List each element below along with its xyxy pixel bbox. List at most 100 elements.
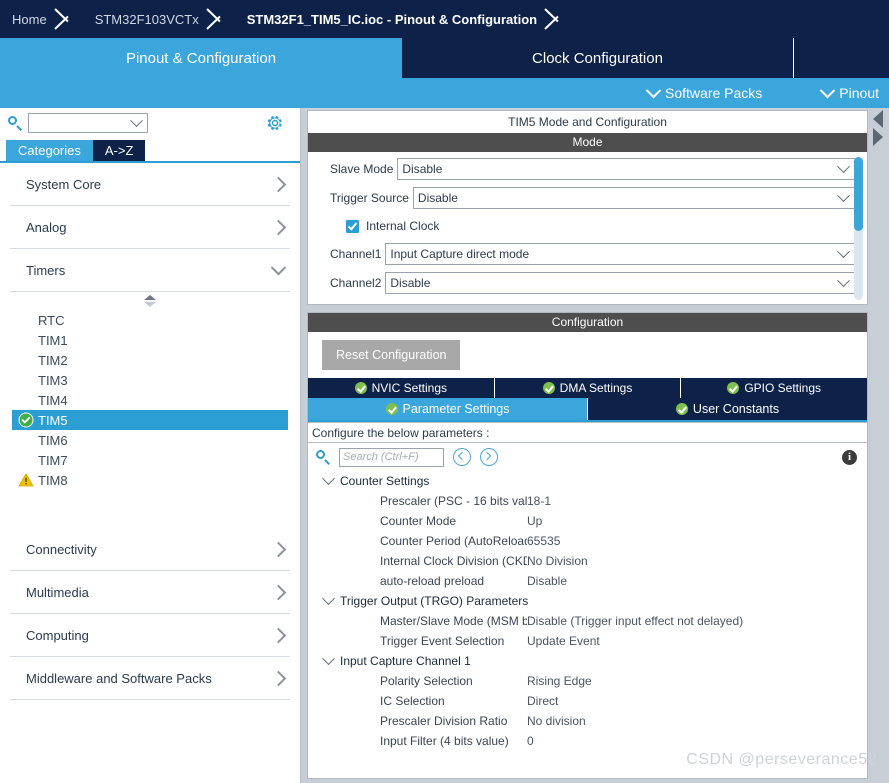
mode-panel-scrollbar[interactable] bbox=[854, 157, 863, 300]
chevron-down-icon[interactable] bbox=[130, 113, 143, 127]
parameter-tree: Counter Settings Prescaler (PSC - 16 bit… bbox=[308, 471, 867, 778]
param-row-master-slave-mode[interactable]: Master/Slave Mode (MSM bit) Disable (Tri… bbox=[312, 611, 867, 631]
param-value: 0 bbox=[527, 734, 534, 748]
tab-label: Parameter Settings bbox=[402, 402, 510, 416]
check-circle-icon bbox=[18, 412, 34, 428]
checkbox-checked-icon[interactable] bbox=[346, 219, 359, 233]
tab-categories[interactable]: Categories bbox=[6, 140, 93, 161]
panel-collapse-arrows[interactable] bbox=[870, 108, 888, 150]
param-group-counter-settings[interactable]: Counter Settings bbox=[312, 471, 867, 491]
tab-dma-settings[interactable]: DMA Settings bbox=[494, 378, 682, 398]
info-icon[interactable]: i bbox=[842, 449, 857, 465]
software-packs-menu[interactable]: Software Packs bbox=[645, 82, 762, 101]
param-row-ic-selection[interactable]: IC Selection Direct bbox=[312, 691, 867, 711]
sidebar-item-system-core[interactable]: System Core bbox=[10, 163, 290, 206]
timer-list-scroll-spinner[interactable] bbox=[10, 292, 290, 310]
param-name: Polarity Selection bbox=[380, 674, 473, 688]
tab-label: Pinout & Configuration bbox=[125, 49, 277, 67]
param-name: Master/Slave Mode (MSM bit) bbox=[380, 614, 527, 628]
warning-triangle-icon bbox=[18, 472, 34, 488]
param-value: Disable bbox=[527, 574, 568, 588]
timer-label: TIM5 bbox=[38, 412, 68, 428]
param-row-prescaler[interactable]: Prescaler (PSC - 16 bits value) 18-1 bbox=[312, 491, 867, 511]
tab-label: Clock Configuration bbox=[532, 49, 663, 67]
category-list: System Core Analog Timers RTC TIM1 TIM2 … bbox=[0, 163, 300, 783]
timer-label: TIM1 bbox=[38, 332, 68, 348]
timer-item-tim8[interactable]: TIM8 bbox=[12, 470, 288, 490]
sidebar-search-combo[interactable] bbox=[28, 113, 148, 133]
param-row-trigger-event-selection[interactable]: Trigger Event Selection Update Event bbox=[312, 631, 867, 651]
config-tabs-row-1: NVIC Settings DMA Settings GPIO Settings bbox=[308, 378, 867, 398]
param-row-counter-period[interactable]: Counter Period (AutoReload Regist... 655… bbox=[312, 531, 867, 551]
pinout-menu[interactable]: Pinout bbox=[820, 82, 879, 101]
breadcrumb-item-home[interactable]: Home bbox=[0, 0, 53, 38]
tab-a-to-z[interactable]: A->Z bbox=[92, 140, 146, 161]
category-label: System Core bbox=[26, 176, 102, 192]
tab-extra[interactable] bbox=[794, 38, 889, 78]
param-row-polarity-selection[interactable]: Polarity Selection Rising Edge bbox=[312, 671, 867, 691]
timer-item-tim4[interactable]: TIM4 bbox=[12, 390, 288, 410]
field-channel2: Channel2 Disable bbox=[330, 272, 857, 294]
gear-icon[interactable] bbox=[266, 114, 284, 132]
sidebar-item-timers[interactable]: Timers bbox=[10, 249, 290, 292]
timer-item-rtc[interactable]: RTC bbox=[12, 310, 288, 330]
breadcrumb: Home STM32F103VCTx STM32F1_TIM5_IC.ioc -… bbox=[0, 0, 889, 38]
param-row-internal-clock-division[interactable]: Internal Clock Division (CKD) No Divisio… bbox=[312, 551, 867, 571]
tab-parameter-settings[interactable]: Parameter Settings bbox=[308, 398, 588, 420]
breadcrumb-item-current[interactable]: STM32F1_TIM5_IC.ioc - Pinout & Configura… bbox=[231, 0, 543, 38]
param-row-prescaler-division-ratio[interactable]: Prescaler Division Ratio No division bbox=[312, 711, 867, 731]
parameter-search-box[interactable] bbox=[339, 447, 444, 467]
scrollbar-thumb[interactable] bbox=[854, 157, 863, 231]
sidebar-item-computing[interactable]: Computing bbox=[10, 614, 290, 657]
param-group-input-capture-channel-1[interactable]: Input Capture Channel 1 bbox=[312, 651, 867, 671]
timer-item-tim3[interactable]: TIM3 bbox=[12, 370, 288, 390]
reset-configuration-button[interactable]: Reset Configuration bbox=[322, 340, 461, 370]
timer-item-tim6[interactable]: TIM6 bbox=[12, 430, 288, 450]
chevron-right-icon bbox=[270, 219, 287, 235]
selected-value: Disable bbox=[402, 162, 443, 176]
channel1-select[interactable]: Input Capture direct mode bbox=[385, 243, 857, 265]
search-input[interactable] bbox=[29, 115, 131, 131]
sidebar-item-multimedia[interactable]: Multimedia bbox=[10, 571, 290, 614]
timer-item-tim5[interactable]: TIM5 bbox=[12, 410, 288, 430]
tab-label: A->Z bbox=[104, 143, 134, 158]
sidebar-item-middleware-and-software-packs[interactable]: Middleware and Software Packs bbox=[10, 657, 290, 700]
chevron-right-circle-icon[interactable] bbox=[480, 448, 498, 466]
param-group-trigger-output[interactable]: Trigger Output (TRGO) Parameters bbox=[312, 591, 867, 611]
breadcrumb-item-device[interactable]: STM32F103VCTx bbox=[79, 0, 205, 38]
param-value: Up bbox=[527, 514, 543, 528]
timer-label: RTC bbox=[38, 312, 65, 328]
selected-value: Disable bbox=[390, 276, 431, 290]
triangle-right-icon[interactable] bbox=[873, 128, 883, 146]
category-label: Timers bbox=[26, 262, 66, 278]
tab-pinout-configuration[interactable]: Pinout & Configuration bbox=[0, 38, 402, 78]
param-name: auto-reload preload bbox=[380, 574, 485, 588]
param-row-input-filter[interactable]: Input Filter (4 bits value) 0 bbox=[312, 731, 867, 751]
tab-gpio-settings[interactable]: GPIO Settings bbox=[681, 378, 867, 398]
timer-item-tim1[interactable]: TIM1 bbox=[12, 330, 288, 350]
chevron-left-circle-icon[interactable] bbox=[453, 448, 471, 466]
param-row-counter-mode[interactable]: Counter Mode Up bbox=[312, 511, 867, 531]
slave-mode-select[interactable]: Disable bbox=[397, 158, 857, 180]
param-row-auto-reload-preload[interactable]: auto-reload preload Disable bbox=[312, 571, 867, 591]
param-value: No Division bbox=[527, 554, 588, 568]
tab-user-constants[interactable]: User Constants bbox=[588, 398, 867, 420]
channel2-select[interactable]: Disable bbox=[385, 272, 857, 294]
param-value: Rising Edge bbox=[527, 674, 592, 688]
timer-item-tim7[interactable]: TIM7 bbox=[12, 450, 288, 470]
category-label: Connectivity bbox=[26, 541, 97, 557]
param-name: Prescaler (PSC - 16 bits value) bbox=[380, 494, 527, 508]
timer-item-tim2[interactable]: TIM2 bbox=[12, 350, 288, 370]
triangle-left-icon[interactable] bbox=[873, 110, 883, 128]
sidebar-item-connectivity[interactable]: Connectivity bbox=[10, 528, 290, 571]
param-value: Direct bbox=[527, 694, 559, 708]
tab-clock-configuration[interactable]: Clock Configuration bbox=[402, 38, 794, 78]
parameter-search-input[interactable] bbox=[340, 448, 443, 466]
tab-nvic-settings[interactable]: NVIC Settings bbox=[308, 378, 495, 398]
trigger-source-select[interactable]: Disable bbox=[412, 187, 857, 209]
configuration-pane: TIM5 Mode and Configuration Mode Slave M… bbox=[301, 108, 889, 783]
field-label: Slave Mode bbox=[330, 162, 394, 176]
internal-clock-checkbox-row[interactable]: Internal Clock bbox=[330, 216, 857, 236]
selected-value: Disable bbox=[417, 191, 458, 205]
sidebar-item-analog[interactable]: Analog bbox=[10, 206, 290, 249]
